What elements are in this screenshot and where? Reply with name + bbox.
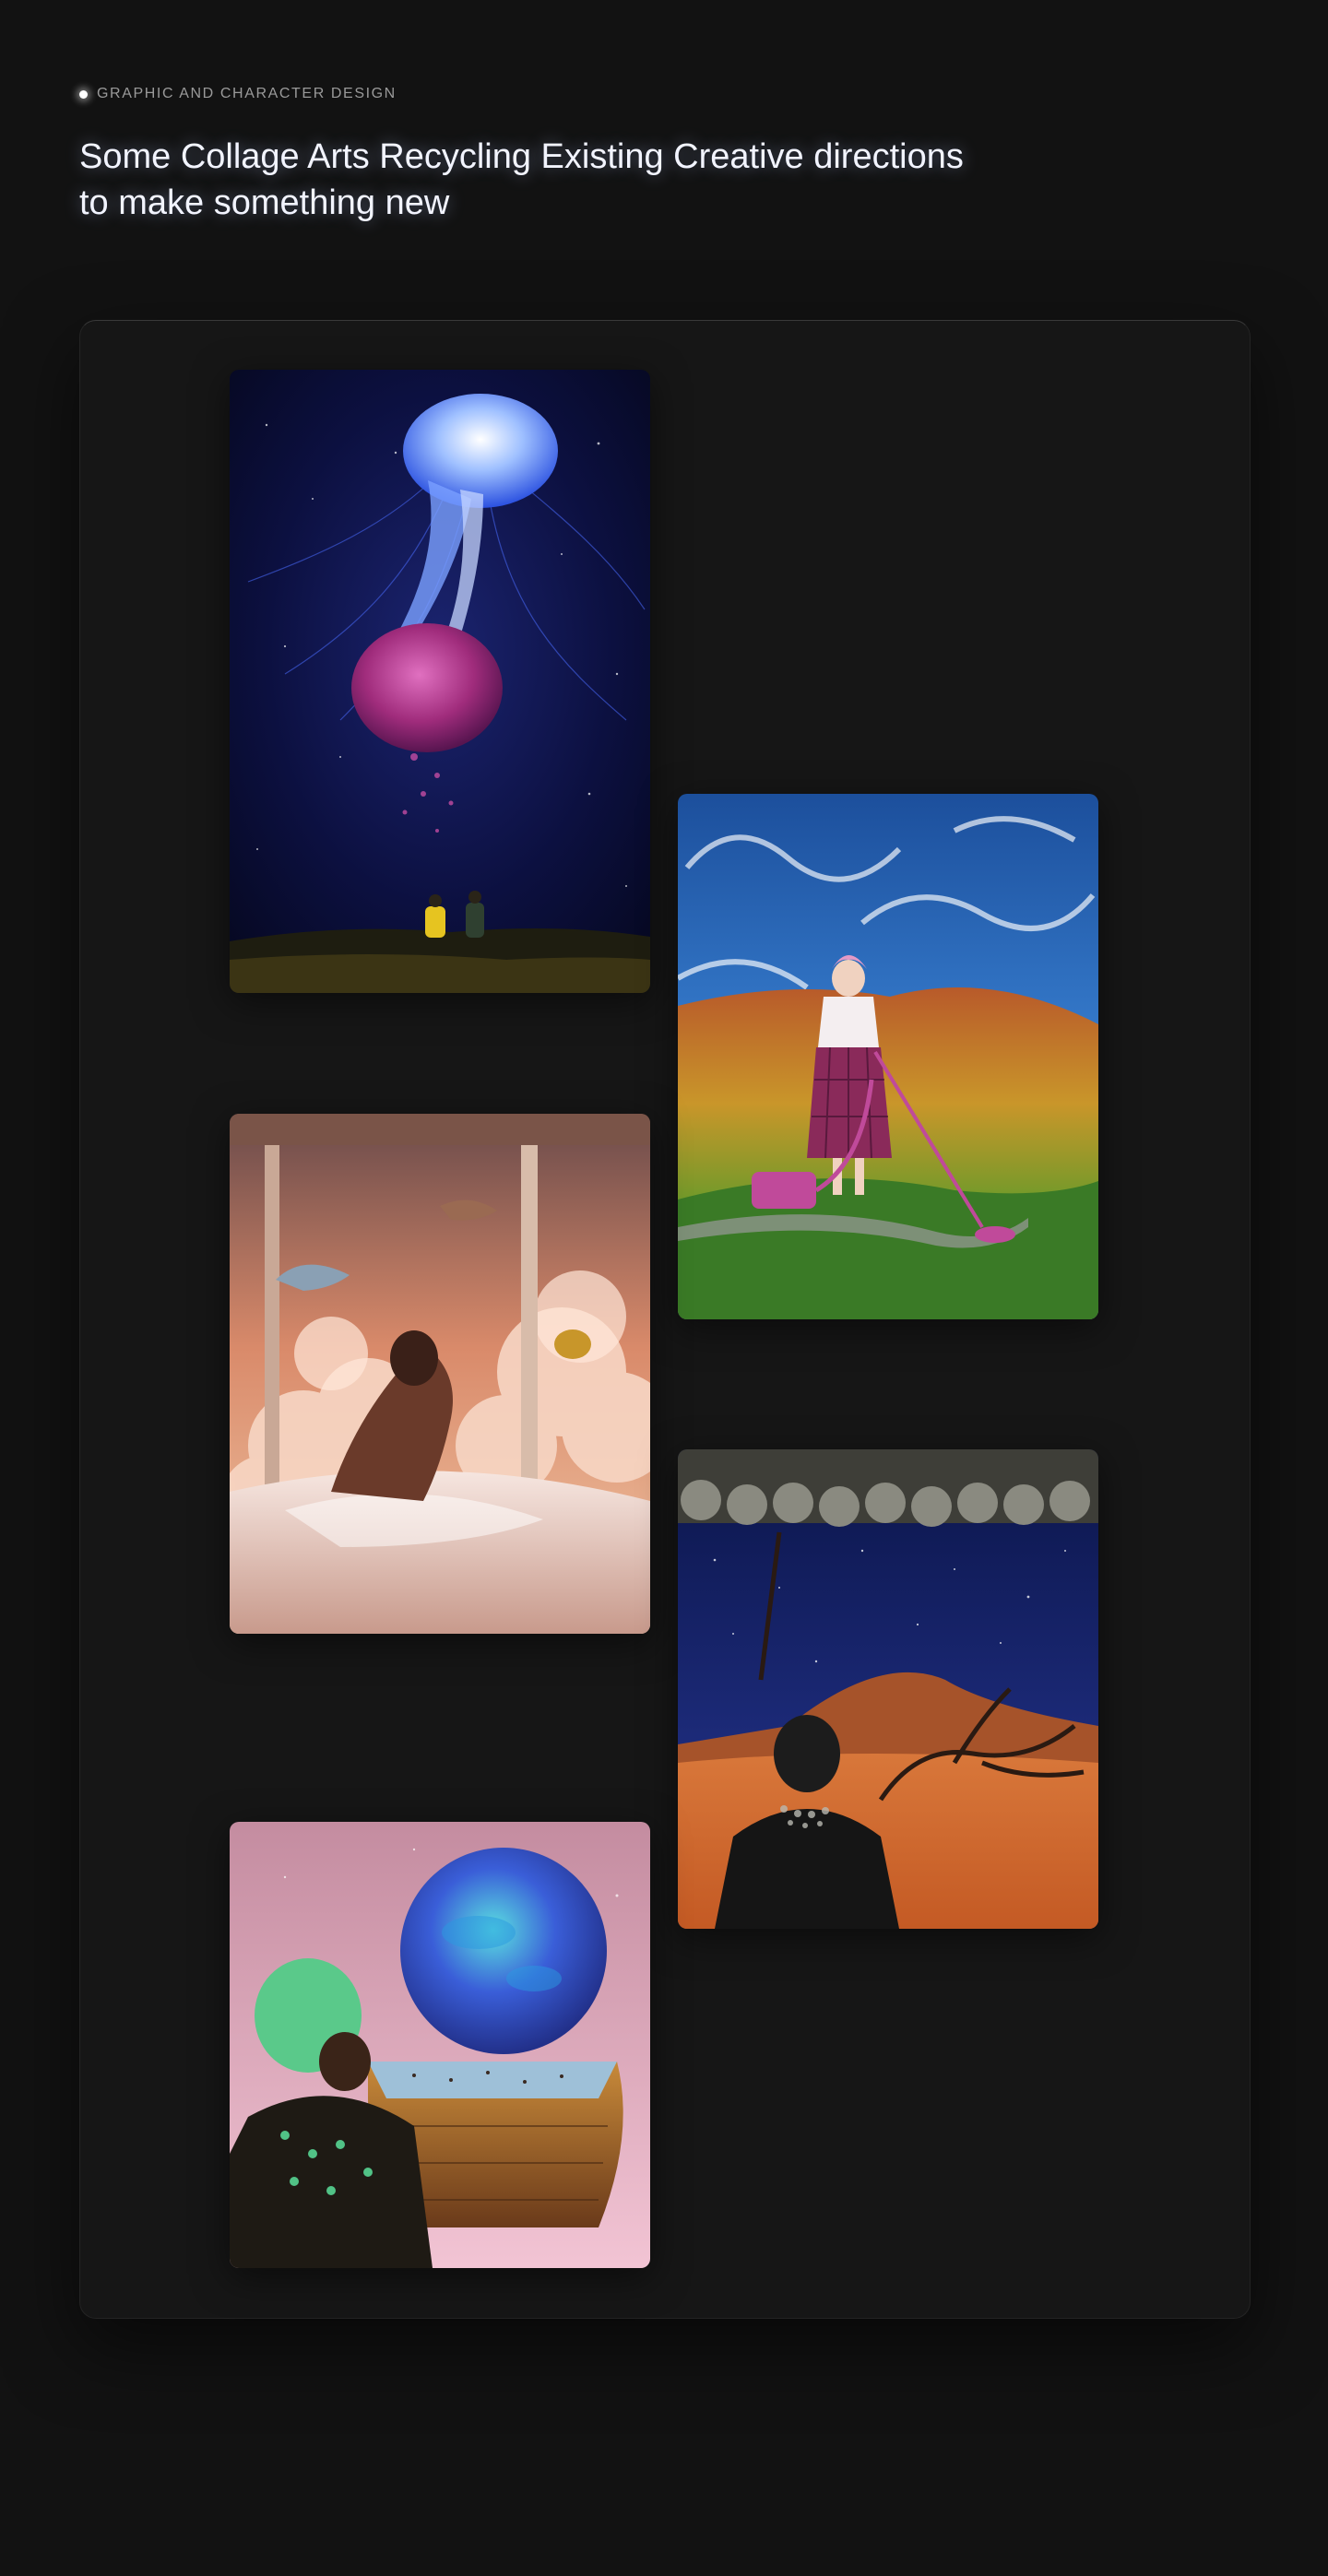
page-title: Some Collage Arts Recycling Existing Cre…: [79, 137, 964, 222]
gallery-image-jellyfish[interactable]: [230, 370, 650, 993]
gallery-image-planet-boat[interactable]: [230, 1822, 650, 2268]
gallery-image-bedroom-clouds[interactable]: [230, 1114, 650, 1634]
collage-gallery: [79, 320, 1251, 2319]
glow-dot-icon: [79, 89, 88, 99]
desert-figure-artwork: [678, 1449, 1098, 1929]
jellyfish-artwork: [230, 370, 650, 993]
gallery-image-vacuum-woman[interactable]: [678, 794, 1098, 1319]
vacuum-woman-artwork: [678, 794, 1098, 1319]
section-eyebrow: GRAPHIC AND CHARACTER DESIGN: [79, 86, 397, 102]
gallery-image-desert-figure[interactable]: [678, 1449, 1098, 1929]
bedroom-clouds-artwork: [230, 1114, 650, 1634]
planet-boat-artwork: [230, 1822, 650, 2268]
page: GRAPHIC AND CHARACTER DESIGN Some Collag…: [0, 0, 1328, 2576]
eyebrow-label: GRAPHIC AND CHARACTER DESIGN: [97, 86, 397, 101]
